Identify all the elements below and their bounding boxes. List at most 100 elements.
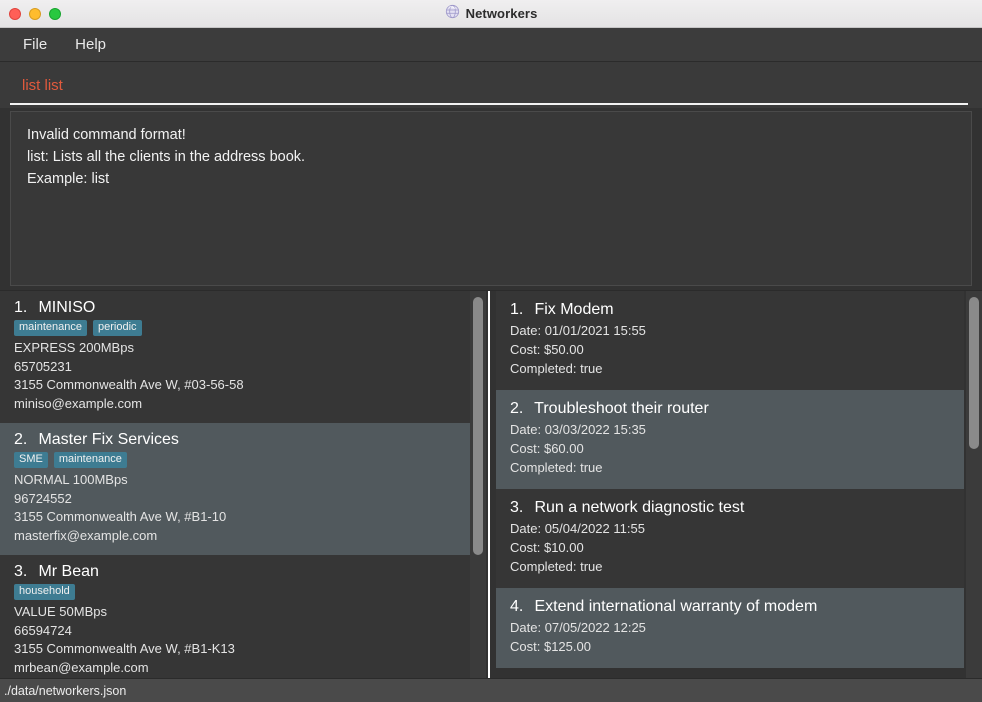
job-card-1[interactable]: 1. Fix Modem Date: 01/01/2021 15:55 Cost… bbox=[496, 291, 964, 390]
job-date-row: Date: 07/05/2022 12:25 bbox=[510, 618, 950, 637]
job-cost-value: $10.00 bbox=[543, 540, 584, 555]
client-index: 2. bbox=[14, 431, 28, 448]
client-name: Mr Bean bbox=[38, 563, 99, 580]
job-completed-value: true bbox=[580, 559, 603, 574]
client-email: miniso@example.com bbox=[14, 395, 143, 411]
client-tags: maintenance periodic bbox=[14, 320, 458, 336]
tag-badge: periodic bbox=[93, 320, 142, 336]
job-title-row: 4. Extend international warranty of mode… bbox=[510, 598, 950, 616]
job-index: 3. bbox=[510, 499, 524, 516]
job-date-value: 05/04/2022 11:55 bbox=[544, 521, 645, 536]
job-title: Troubleshoot their router bbox=[534, 400, 709, 417]
job-completed-label: Completed: bbox=[510, 559, 577, 574]
client-card-3[interactable]: 3. Mr Bean household VALUE 50MBps 665947… bbox=[0, 555, 472, 678]
job-cost-row: Cost: $10.00 bbox=[510, 538, 950, 557]
client-email: mrbean@example.com bbox=[14, 659, 149, 675]
client-card-2[interactable]: 2. Master Fix Services SME maintenance N… bbox=[0, 423, 472, 555]
client-address: 3155 Commonwealth Ave W, #B1-10 bbox=[14, 509, 227, 524]
result-display-wrapper: Invalid command format! list: Lists all … bbox=[0, 108, 982, 290]
menu-item-help[interactable]: Help bbox=[66, 32, 115, 57]
job-completed-value: true bbox=[580, 460, 603, 475]
job-cost-label: Cost: bbox=[510, 342, 541, 357]
job-completed-value: true bbox=[580, 361, 603, 376]
scrollbar-thumb[interactable] bbox=[969, 297, 979, 449]
client-list-scrollbar[interactable] bbox=[470, 291, 486, 678]
client-plan: VALUE 50MBps bbox=[14, 604, 107, 619]
client-title: 2. Master Fix Services bbox=[14, 431, 458, 449]
client-phone: 96724552 bbox=[14, 490, 72, 506]
client-name: MINISO bbox=[38, 299, 96, 316]
save-location-status: ./data/networkers.json bbox=[4, 683, 127, 698]
client-address: 3155 Commonwealth Ave W, #03-56-58 bbox=[14, 377, 244, 392]
job-completed-row: Completed: true bbox=[510, 359, 950, 378]
job-completed-label: Completed: bbox=[510, 460, 577, 475]
job-cost-value: $125.00 bbox=[543, 639, 591, 654]
tag-badge: SME bbox=[14, 452, 48, 468]
client-name: Master Fix Services bbox=[38, 431, 179, 448]
client-email: masterfix@example.com bbox=[14, 527, 158, 543]
job-completed-row: Completed: true bbox=[510, 458, 950, 477]
client-plan: NORMAL 100MBps bbox=[14, 472, 128, 487]
maximize-button[interactable] bbox=[49, 7, 61, 20]
app-window: Networkers File Help Invalid command for… bbox=[0, 0, 982, 702]
client-tags: household bbox=[14, 584, 458, 600]
job-date-row: Date: 03/03/2022 15:35 bbox=[510, 420, 950, 439]
job-title-row: 3. Run a network diagnostic test bbox=[510, 499, 950, 517]
minimize-button[interactable] bbox=[29, 7, 41, 20]
job-cost-label: Cost: bbox=[510, 639, 541, 654]
job-title: Fix Modem bbox=[534, 301, 614, 318]
job-date-row: Date: 01/01/2021 15:55 bbox=[510, 321, 950, 340]
job-list-scrollbar[interactable] bbox=[966, 291, 982, 678]
client-list-panel: 1. MINISO maintenance periodic EXPRESS 2… bbox=[0, 291, 490, 678]
title-bar-center: Networkers bbox=[0, 4, 982, 24]
job-date-row: Date: 05/04/2022 11:55 bbox=[510, 519, 950, 538]
tag-badge: maintenance bbox=[14, 320, 87, 336]
result-display: Invalid command format! list: Lists all … bbox=[10, 111, 972, 286]
result-line-2: list: Lists all the clients in the addre… bbox=[27, 149, 306, 165]
job-title-row: 2. Troubleshoot their router bbox=[510, 400, 950, 418]
command-input[interactable] bbox=[12, 76, 970, 94]
tag-badge: household bbox=[14, 584, 75, 600]
close-button[interactable] bbox=[9, 7, 21, 20]
client-phone: 65705231 bbox=[14, 358, 72, 374]
command-underline bbox=[10, 103, 968, 105]
job-date-value: 07/05/2022 12:25 bbox=[544, 620, 646, 635]
job-cost-label: Cost: bbox=[510, 441, 541, 456]
job-index: 1. bbox=[510, 301, 524, 318]
client-list[interactable]: 1. MINISO maintenance periodic EXPRESS 2… bbox=[0, 291, 488, 678]
client-phone: 66594724 bbox=[14, 622, 72, 638]
menu-item-file[interactable]: File bbox=[14, 32, 56, 57]
window-title: Networkers bbox=[465, 6, 538, 21]
client-index: 1. bbox=[14, 299, 28, 316]
scrollbar-thumb[interactable] bbox=[473, 297, 483, 555]
job-date-label: Date: bbox=[510, 422, 542, 437]
status-bar: ./data/networkers.json bbox=[0, 678, 982, 702]
client-index: 3. bbox=[14, 563, 28, 580]
client-title: 3. Mr Bean bbox=[14, 563, 458, 581]
job-date-value: 01/01/2021 15:55 bbox=[544, 323, 646, 338]
job-index: 4. bbox=[510, 598, 524, 615]
job-cost-row: Cost: $125.00 bbox=[510, 637, 950, 656]
job-title: Extend international warranty of modem bbox=[534, 598, 818, 615]
job-completed-label: Completed: bbox=[510, 361, 577, 376]
result-line-3: Example: list bbox=[27, 171, 110, 187]
title-bar: Networkers bbox=[0, 0, 982, 28]
client-tags: SME maintenance bbox=[14, 452, 458, 468]
job-list[interactable]: 1. Fix Modem Date: 01/01/2021 15:55 Cost… bbox=[490, 291, 982, 678]
job-card-2[interactable]: 2. Troubleshoot their router Date: 03/03… bbox=[496, 390, 964, 489]
job-title-row: 1. Fix Modem bbox=[510, 301, 950, 319]
job-cost-value: $50.00 bbox=[543, 342, 584, 357]
window-controls bbox=[0, 7, 61, 20]
job-date-label: Date: bbox=[510, 620, 542, 635]
job-cost-row: Cost: $60.00 bbox=[510, 439, 950, 458]
job-date-label: Date: bbox=[510, 323, 542, 338]
tag-badge: maintenance bbox=[53, 452, 127, 468]
job-card-3[interactable]: 3. Run a network diagnostic test Date: 0… bbox=[496, 489, 964, 588]
job-cost-value: $60.00 bbox=[543, 441, 584, 456]
client-card-1[interactable]: 1. MINISO maintenance periodic EXPRESS 2… bbox=[0, 291, 472, 423]
panels-container: 1. MINISO maintenance periodic EXPRESS 2… bbox=[0, 290, 982, 678]
job-date-value: 03/03/2022 15:35 bbox=[544, 422, 646, 437]
job-card-4[interactable]: 4. Extend international warranty of mode… bbox=[496, 588, 964, 668]
job-date-label: Date: bbox=[510, 521, 542, 536]
client-title: 1. MINISO bbox=[14, 299, 458, 317]
